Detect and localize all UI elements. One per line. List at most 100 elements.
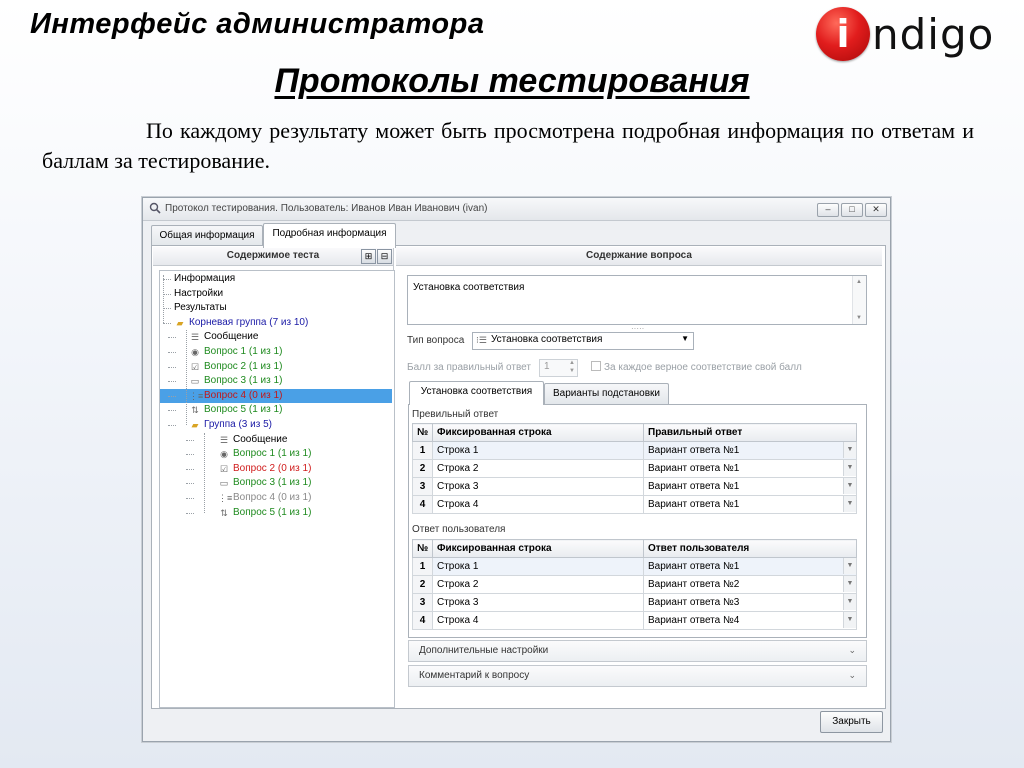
fixed-row-text: Строка 1 — [437, 445, 479, 456]
tree-node[interactable]: ▰ Корневая группа (7 из 10) — [174, 316, 309, 330]
chevron-down-icon[interactable]: ▼ — [843, 594, 856, 610]
row-number-text: 3 — [419, 597, 426, 608]
collapse-all-button[interactable]: ⊟ — [377, 249, 392, 264]
answer-text: Вариант ответа №1 — [648, 561, 740, 572]
window-titlebar[interactable]: Протокол тестирования. Пользователь: Ива… — [143, 198, 890, 221]
correct-answer-answer-dropdown[interactable]: Вариант ответа №1 ▼ — [643, 495, 857, 514]
score-each-checkbox[interactable]: За каждое верное соответствие свой балл — [591, 361, 802, 375]
tree-node[interactable]: ▰ Группа (3 из 5) — [189, 418, 272, 432]
score-spinner[interactable]: 1 ▲ ▼ — [539, 359, 578, 377]
fixed-row-cell: Строка 2 — [432, 459, 644, 478]
tree-node[interactable]: ▭ Вопрос 3 (1 из 1) — [189, 374, 283, 388]
chevron-down-icon[interactable]: ▼ — [843, 442, 856, 458]
tree-node[interactable]: ☑ Вопрос 2 (1 из 1) — [189, 360, 282, 374]
column-header-number[interactable]: № — [412, 539, 433, 558]
tab-substitution-variants[interactable]: Варианты подстановки — [544, 383, 669, 405]
tree-node[interactable]: ▭ Вопрос 3 (1 из 1) — [218, 476, 312, 490]
matching-icon: ⁝☰ — [476, 335, 487, 345]
tree-node[interactable]: Настройки — [174, 287, 223, 301]
tree-node[interactable]: ◉ Вопрос 1 (1 из 1) — [218, 447, 311, 461]
checkbox-icon: ☑ — [190, 361, 200, 372]
logo-word: ndigo — [872, 9, 995, 59]
answer-text: Вариант ответа №2 — [648, 579, 740, 590]
tree-connector — [163, 322, 171, 324]
comment-section[interactable]: Комментарий к вопросу ⌄ — [408, 665, 867, 687]
maximize-button[interactable]: □ — [841, 203, 863, 217]
user-answer-answer-dropdown[interactable]: Вариант ответа №3 ▼ — [643, 593, 857, 612]
fixed-row-text: Строка 4 — [437, 499, 479, 510]
chevron-down-icon[interactable]: ▼ — [843, 496, 856, 512]
user-answer-row[interactable]: 4 Строка 4 Вариант ответа №4 ▼ — [412, 611, 857, 630]
tree-node-label: Корневая группа (7 из 10) — [189, 316, 309, 328]
correct-answer-table: № Фиксированная строка Правильный ответ … — [412, 423, 857, 514]
question-text-field[interactable]: Установка соответствия ▲ ▼ — [407, 275, 867, 325]
correct-answer-row[interactable]: 4 Строка 4 Вариант ответа №1 ▼ — [412, 495, 857, 514]
tree-node-label: Вопрос 1 (1 из 1) — [233, 448, 312, 460]
tree-node[interactable]: Информация — [174, 272, 235, 286]
textfield-icon: ▭ — [219, 478, 229, 489]
expand-all-button[interactable]: ⊞ — [361, 249, 376, 264]
column-header-fixed-row[interactable]: Фиксированная строка — [432, 423, 644, 442]
user-answer-answer-dropdown[interactable]: Вариант ответа №4 ▼ — [643, 611, 857, 630]
close-button[interactable]: Закрыть — [820, 711, 883, 733]
tree-node[interactable]: ☰ Сообщение — [189, 330, 258, 344]
answer-text: Вариант ответа №1 — [648, 499, 740, 510]
tree-node-label: Вопрос 3 (1 из 1) — [233, 477, 312, 489]
tree-connector — [168, 410, 176, 412]
row-number: 3 — [412, 477, 433, 496]
tree-node-label: Группа (3 из 5) — [204, 419, 272, 430]
column-header-fixed-row[interactable]: Фиксированная строка — [432, 539, 644, 558]
tree-node-label: Сообщение — [233, 433, 288, 445]
tree-node[interactable]: Результаты — [174, 301, 227, 315]
correct-answer-answer-dropdown[interactable]: Вариант ответа №1 ▼ — [643, 441, 857, 460]
user-answer-answer-dropdown[interactable]: Вариант ответа №2 ▼ — [643, 575, 857, 594]
row-number-text: 1 — [419, 445, 426, 456]
question-text-scrollbar[interactable]: ▲ ▼ — [852, 276, 866, 324]
minimize-button[interactable]: – — [817, 203, 839, 217]
ordering-icon: ⇅ — [220, 507, 228, 518]
user-answer-row[interactable]: 3 Строка 3 Вариант ответа №3 ▼ — [412, 593, 857, 612]
correct-answer-answer-dropdown[interactable]: Вариант ответа №1 ▼ — [643, 459, 857, 478]
user-answer-row[interactable]: 1 Строка 1 Вариант ответа №1 ▼ — [412, 557, 857, 576]
row-number: 4 — [412, 611, 433, 630]
test-tree[interactable]: Информация Настройки Результаты ▰ Корневая г… — [159, 270, 395, 708]
user-answer-table: № Фиксированная строка Ответ пользовател… — [412, 539, 857, 630]
column-header-user-answer[interactable]: Ответ пользователя — [643, 539, 857, 558]
correct-answer-answer-dropdown[interactable]: Вариант ответа №1 ▼ — [643, 477, 857, 496]
tree-node[interactable]: ⇅ Вопрос 5 (1 из 1) — [189, 403, 282, 417]
correct-answer-row[interactable]: 2 Строка 2 Вариант ответа №1 ▼ — [412, 459, 857, 478]
user-answer-row[interactable]: 2 Строка 2 Вариант ответа №2 ▼ — [412, 575, 857, 594]
tree-node-label: Настройки — [174, 287, 224, 299]
correct-answer-row[interactable]: 1 Строка 1 Вариант ответа №1 ▼ — [412, 441, 857, 460]
chevron-down-icon[interactable]: ▼ — [843, 460, 856, 476]
tree-node[interactable]: ⋮≡Вопрос 4 (0 из 1) — [218, 491, 311, 505]
column-header-number[interactable]: № — [412, 423, 433, 442]
user-answer-answer-dropdown[interactable]: Вариант ответа №1 ▼ — [643, 557, 857, 576]
row-number: 1 — [412, 557, 433, 576]
tree-connector — [163, 279, 171, 280]
chevron-down-icon[interactable]: ▼ — [843, 576, 856, 592]
tree-node[interactable]: ⇅ Вопрос 5 (1 из 1) — [218, 506, 311, 520]
tree-node-label: Вопрос 4 (0 из 1) — [233, 492, 312, 503]
tab-matching[interactable]: Установка соответствия — [409, 381, 544, 405]
protocol-window: Протокол тестирования. Пользователь: Ива… — [142, 197, 891, 742]
chevron-down-icon[interactable]: ▼ — [843, 558, 856, 574]
chevron-down-icon[interactable]: ▼ — [843, 612, 856, 628]
tree-node[interactable]: ⋮≡Вопрос 4 (0 из 1) — [189, 389, 282, 403]
tree-connector — [186, 468, 194, 470]
indigo-logo: i ndigo — [816, 6, 994, 62]
fixed-row-cell: Строка 3 — [432, 593, 644, 612]
tab-general-info[interactable]: Общая информация — [151, 225, 263, 247]
tab-detailed-info[interactable]: Подробная информация — [263, 223, 396, 248]
tree-node[interactable]: ◉ Вопрос 1 (1 из 1) — [189, 345, 282, 359]
tree-node[interactable]: ☰ Сообщение — [218, 433, 287, 447]
tree-connector — [186, 439, 194, 441]
column-header-correct-answer[interactable]: Правильный ответ — [643, 423, 857, 442]
tree-node[interactable]: ☑ Вопрос 2 (0 из 1) — [218, 462, 311, 476]
chevron-down-icon[interactable]: ▼ — [843, 478, 856, 494]
question-type-select[interactable]: ⁝☰ Установка соответствия ▼ — [472, 332, 694, 350]
close-window-button[interactable]: ✕ — [865, 203, 887, 217]
correct-answer-row[interactable]: 3 Строка 3 Вариант ответа №1 ▼ — [412, 477, 857, 496]
extra-settings-section[interactable]: Дополнительные настройки ⌄ — [408, 640, 867, 662]
score-each-label: За каждое верное соответствие свой балл — [604, 362, 802, 373]
